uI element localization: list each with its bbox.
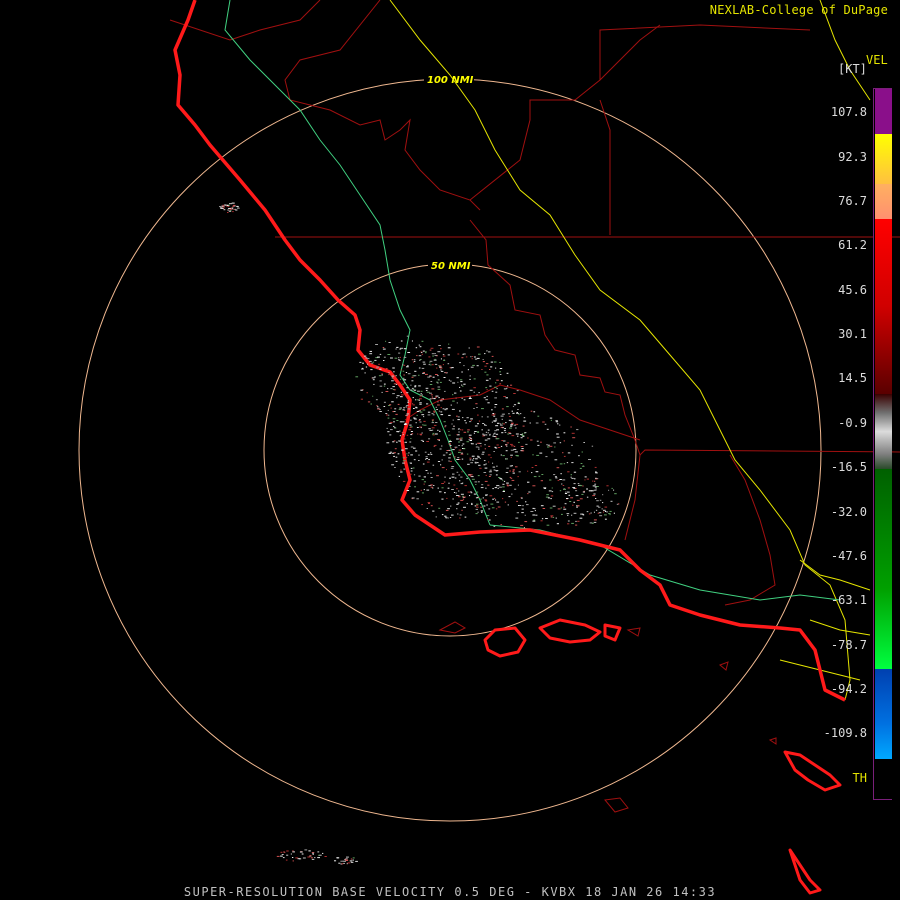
highways (224, 0, 871, 701)
scale-red (875, 219, 892, 394)
radar-map: 100 NMI 50 NMI (78, 0, 900, 895)
scale-blue (875, 669, 892, 759)
island-santa-cruz (603, 623, 622, 642)
legend-label: -94.2 (830, 682, 867, 696)
scale-th (875, 759, 892, 799)
legend-label: -63.1 (830, 593, 867, 607)
legend-label: -47.6 (830, 549, 867, 563)
coastline (173, 0, 846, 702)
scale-purple (875, 89, 892, 134)
credit-label: NEXLAB-College of DuPage (709, 3, 888, 17)
island-santa-catalina (783, 750, 842, 792)
island-santa-rosa (538, 618, 602, 644)
legend-label: 45.6 (838, 283, 867, 297)
ring-label-50: 50 NMI (431, 261, 471, 272)
legend-label: -16.5 (830, 460, 867, 474)
legend-label: 61.2 (838, 238, 867, 252)
island-san-miguel (483, 626, 527, 658)
legend-unit: [KT] (838, 62, 867, 76)
legend-label: TH (852, 771, 867, 785)
legend-label: -32.0 (830, 505, 867, 519)
ring-label-100: 100 NMI (427, 75, 474, 86)
channel-islands (483, 618, 842, 895)
legend-label: -78.7 (830, 638, 867, 652)
legend-label: -0.9 (838, 416, 867, 430)
scale-green (875, 469, 892, 669)
product-footer: SUPER-RESOLUTION BASE VELOCITY 0.5 DEG -… (183, 885, 717, 899)
legend-label: 14.5 (838, 371, 867, 385)
velocity-color-scale (873, 88, 892, 800)
legend-label: 92.3 (838, 150, 867, 164)
scale-gray (875, 394, 892, 469)
scale-yellow (875, 134, 892, 184)
scale-orange (875, 184, 892, 219)
legend-label: -109.8 (823, 726, 867, 740)
legend-label: 30.1 (838, 327, 867, 341)
legend-label: 107.8 (830, 105, 867, 119)
legend-label: 76.7 (838, 194, 867, 208)
legend-product: VEL (866, 53, 888, 67)
radar-echoes (219, 202, 620, 865)
